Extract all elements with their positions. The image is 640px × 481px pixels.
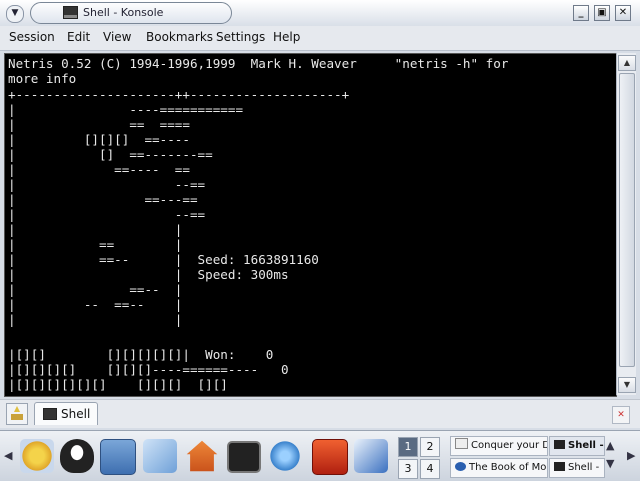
window-title: Shell - Konsole xyxy=(83,6,164,19)
task-book[interactable]: The Book of Mo xyxy=(450,458,548,478)
terminal-line: |[][] [][][][][]| Won: 0 xyxy=(8,347,274,362)
terminal-line: | == | xyxy=(8,237,183,252)
title-pill[interactable]: Shell - Konsole xyxy=(30,2,232,24)
terminal-line: | ==---- == xyxy=(8,162,190,177)
terminal-line: | ==---== xyxy=(8,192,198,207)
terminal-icon xyxy=(43,408,57,420)
terminal-line: | ==-- | Seed: 1663891160 xyxy=(8,252,319,267)
document-icon xyxy=(455,438,468,449)
tab-shell[interactable]: Shell xyxy=(34,402,98,425)
scroll-down-arrow-icon[interactable]: ▼ xyxy=(618,377,636,393)
menu-help[interactable]: Help xyxy=(273,30,300,44)
terminal-line: | [] ==-------== xyxy=(8,147,213,162)
desktop-3[interactable]: 3 xyxy=(398,459,418,479)
scroll-up-arrow-icon[interactable]: ▲ xyxy=(618,55,636,71)
game-icon[interactable] xyxy=(312,439,348,475)
browser-icon[interactable] xyxy=(268,439,302,473)
terminal-line: | [][][] ==---- xyxy=(8,132,190,147)
terminal-line: | --== xyxy=(8,177,206,192)
terminal-icon xyxy=(63,6,78,19)
terminal-line: Netris 0.52 (C) 1994-1996,1999 Mark H. W… xyxy=(8,56,509,71)
scroll-thumb[interactable] xyxy=(619,73,635,367)
terminal-line: +---------------------++----------------… xyxy=(8,87,350,102)
terminal-view[interactable]: Netris 0.52 (C) 1994-1996,1999 Mark H. W… xyxy=(4,53,617,397)
session-tabbar: Shell ✕ xyxy=(0,399,640,428)
task-label: Conquer your D xyxy=(471,440,548,451)
desktop-2[interactable]: 2 xyxy=(420,437,440,457)
kde-menu-icon[interactable] xyxy=(20,439,54,473)
desktop-pager[interactable]: 1 2 3 4 xyxy=(398,435,442,479)
minimize-button[interactable]: _ xyxy=(573,5,589,21)
window-menu-button[interactable]: ▼ xyxy=(6,5,24,23)
terminal-line: more info xyxy=(8,71,77,86)
panel-left-arrow-icon[interactable]: ◀ xyxy=(4,449,12,462)
terminal-line: | | xyxy=(8,312,183,327)
terminal-line: | --== xyxy=(8,207,206,222)
terminal-icon xyxy=(554,440,565,449)
maximize-button[interactable]: ▣ xyxy=(594,5,610,21)
panel-down-arrow-icon[interactable]: ▼ xyxy=(606,457,614,470)
terminal-line: | ----=========== xyxy=(8,102,244,117)
close-session-icon[interactable]: ✕ xyxy=(612,406,630,424)
new-session-icon[interactable] xyxy=(6,403,28,425)
terminal-scrollbar[interactable]: ▲ ▼ xyxy=(616,53,636,395)
kde-panel: ◀ 1 2 3 4 Conquer your D Shell - The Boo… xyxy=(0,430,640,481)
window-list-icon[interactable] xyxy=(100,439,136,475)
task-shell-active[interactable]: Shell - xyxy=(549,436,605,456)
home-icon[interactable] xyxy=(186,440,218,472)
desktop-1[interactable]: 1 xyxy=(398,437,418,457)
tab-label: Shell xyxy=(61,407,91,421)
menu-view[interactable]: View xyxy=(103,30,131,44)
menu-session[interactable]: Session xyxy=(9,30,55,44)
terminal-line: |[][][][] [][][]----======---- 0 xyxy=(8,362,289,377)
window-titlebar[interactable]: ▼ Shell - Konsole _ ▣ ✕ xyxy=(0,0,640,26)
konsole-icon[interactable] xyxy=(227,441,261,473)
task-label: Shell - xyxy=(568,440,604,451)
menu-bookmarks[interactable]: Bookmarks xyxy=(146,30,213,44)
office-icon[interactable] xyxy=(354,439,388,473)
task-shell[interactable]: Shell - xyxy=(549,458,605,478)
terminal-line: |[][][][][][] [][][] [][] xyxy=(8,377,228,392)
penguin-icon[interactable] xyxy=(60,439,94,473)
desktop-4[interactable]: 4 xyxy=(420,459,440,479)
close-button[interactable]: ✕ xyxy=(615,5,631,21)
globe-icon xyxy=(455,462,466,471)
desktop-icon[interactable] xyxy=(143,439,177,473)
task-conquer[interactable]: Conquer your D xyxy=(450,436,548,456)
terminal-line: | -- ==-- | xyxy=(8,297,183,312)
terminal-line: | == ==== xyxy=(8,117,190,132)
terminal-icon xyxy=(554,462,565,471)
panel-right-arrow-icon[interactable]: ▶ xyxy=(627,449,635,462)
task-label: The Book of Mo xyxy=(469,462,547,473)
menubar: Session Edit View Bookmarks Settings Hel… xyxy=(0,26,640,51)
menu-settings[interactable]: Settings xyxy=(216,30,265,44)
task-label: Shell - xyxy=(568,462,600,473)
menu-edit[interactable]: Edit xyxy=(67,30,90,44)
panel-up-arrow-icon[interactable]: ▲ xyxy=(606,439,614,452)
terminal-line: | | Speed: 300ms xyxy=(8,267,289,282)
terminal-line: | ==-- | xyxy=(8,282,183,297)
terminal-line: | | xyxy=(8,222,183,237)
